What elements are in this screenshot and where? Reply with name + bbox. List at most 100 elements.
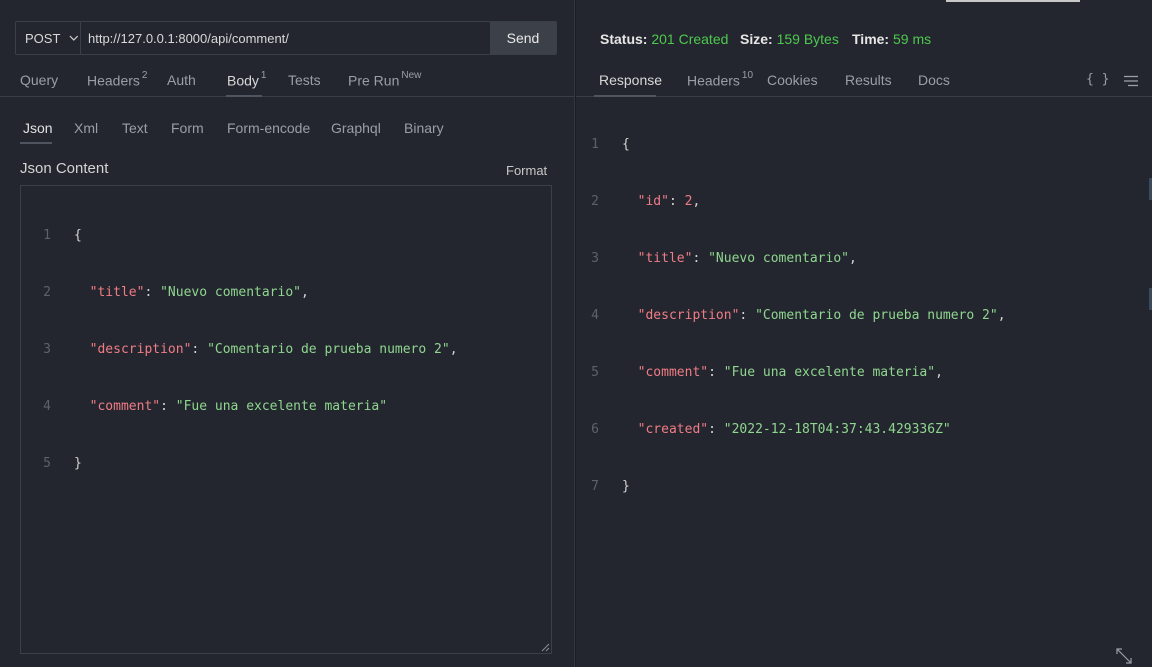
json-value: "Nuevo comentario" [160,285,301,300]
url-bar: POST Send [15,21,557,55]
body-tab-json[interactable]: Json [23,120,53,136]
format-button[interactable]: Format [506,163,547,178]
tab-tests-label: Tests [288,72,321,88]
tab-query[interactable]: Query [20,72,58,88]
tab-body-label: Body [227,72,259,89]
json-key: "description" [637,308,740,323]
json-punct: } [74,456,82,471]
json-editor[interactable]: 1 { 2 "title": "Nuevo comentario", 3 "de… [20,185,552,654]
tab-response-headers[interactable]: Headers 10 [687,70,754,89]
code-line: 2 "id": 2, [569,192,1006,211]
tab-headers-label: Headers [87,72,140,89]
code-line: 2 "title": "Nuevo comentario", [21,283,458,302]
url-input[interactable] [81,22,490,54]
tab-headers[interactable]: Headers 2 [87,70,147,89]
body-tab-form-encode[interactable]: Form-encode [227,120,310,136]
json-value: "Comentario de prueba numero 2" [207,342,450,357]
tab-tests[interactable]: Tests [288,72,321,88]
tab-pre-run-badge: New [401,70,422,81]
method-select[interactable]: POST [16,22,81,54]
size-indicator: Size: 159 Bytes [740,31,839,47]
resize-grip-icon[interactable] [541,643,550,652]
code-line: 3 "description": "Comentario de prueba n… [21,340,457,359]
send-button[interactable]: Send [490,22,556,54]
tab-results-label: Results [845,72,892,88]
response-code[interactable]: 1 { 2 "id": 2, 3 "title": "Nuevo comenta… [569,97,1006,534]
code-line: 6 "created": "2022-12-18T04:37:43.429336… [569,420,1006,439]
status-indicator: Status: 201 Created [600,31,728,47]
json-value: "2022-12-18T04:37:43.429336Z" [723,422,951,437]
line-number: 1 [43,228,51,243]
time-indicator: Time: 59 ms [852,31,931,47]
status-label: Status: [600,31,648,47]
size-label: Size: [740,31,773,47]
json-key: "comment" [637,365,709,380]
json-key: "title" [89,285,145,300]
line-number: 6 [591,422,599,437]
json-key: "created" [637,422,709,437]
active-body-tab-indicator [20,142,52,144]
body-tab-graphql[interactable]: Graphql [331,120,381,136]
code-line: 1 { [569,135,1006,154]
time-value: 59 ms [892,31,932,47]
tab-auth-label: Auth [167,72,196,88]
tab-response-headers-badge: 10 [741,70,754,81]
request-tabs: Query Headers 2 Auth Body 1 Tests Pre Run N… [0,62,574,97]
chevron-down-icon [69,35,79,41]
line-number: 2 [591,194,599,209]
code-line: 1 { [21,226,458,245]
tab-cookies[interactable]: Cookies [767,72,818,88]
tab-auth[interactable]: Auth [167,72,196,88]
body-tab-form[interactable]: Form [171,120,204,136]
body-tab-xml[interactable]: Xml [74,120,98,136]
body-tab-binary[interactable]: Binary [404,120,444,136]
size-value: 159 Bytes [776,31,839,47]
menu-lines-icon[interactable] [1124,75,1138,87]
json-content-label: Json Content [20,160,109,177]
tab-response[interactable]: Response [599,72,662,88]
line-number: 3 [591,251,599,266]
code-line: 3 "title": "Nuevo comentario", [569,249,1006,268]
json-key: "id" [637,194,669,209]
status-value: 201 Created [651,31,729,47]
tab-body[interactable]: Body 1 [227,70,267,89]
request-pane: POST Send Query Headers2 Auth Body1 Test… [0,0,574,667]
time-label: Time: [852,31,890,47]
json-punct: { [622,137,630,152]
response-tabs: Response Headers 10 Cookies Results Docs [576,62,1152,97]
tab-pre-run[interactable]: Pre Run New [348,70,422,89]
tab-body-badge: 1 [260,70,267,81]
request-code[interactable]: 1 { 2 "title": "Nuevo comentario", 3 "de… [21,188,458,511]
line-number: 1 [591,137,599,152]
json-value: "Nuevo comentario" [708,251,849,266]
line-number: 2 [43,285,51,300]
json-key: "description" [89,342,192,357]
method-label: POST [25,30,61,46]
line-number: 7 [591,479,599,494]
json-value: "Fue una excelente materia" [723,365,936,380]
line-number: 5 [591,365,599,380]
code-line: 5 } [21,454,458,473]
line-number: 4 [591,308,599,323]
response-pane: Status: 201 Created Size: 159 Bytes Time… [576,0,1152,667]
tab-query-label: Query [20,72,59,88]
code-line: 4 "comment": "Fue una excelente materia" [21,397,458,416]
line-number: 3 [43,342,51,357]
tab-docs[interactable]: Docs [918,72,950,88]
code-line: 4 "description": "Comentario de prueba n… [569,306,1005,325]
json-key: "comment" [89,399,161,414]
braces-icon[interactable]: { } [1086,72,1109,87]
tab-pre-run-label: Pre Run [348,72,400,89]
line-number: 4 [43,399,51,414]
expand-diagonal-icon[interactable] [1115,647,1133,665]
json-key: "title" [637,251,693,266]
line-number: 5 [43,456,51,471]
active-tab-indicator [226,95,262,97]
tab-results[interactable]: Results [845,72,892,88]
body-tab-text[interactable]: Text [122,120,148,136]
json-punct: } [622,479,630,494]
tab-docs-label: Docs [918,72,950,88]
tab-cookies-label: Cookies [767,72,818,88]
code-line: 7 } [569,477,1006,496]
tab-response-label: Response [599,72,663,88]
